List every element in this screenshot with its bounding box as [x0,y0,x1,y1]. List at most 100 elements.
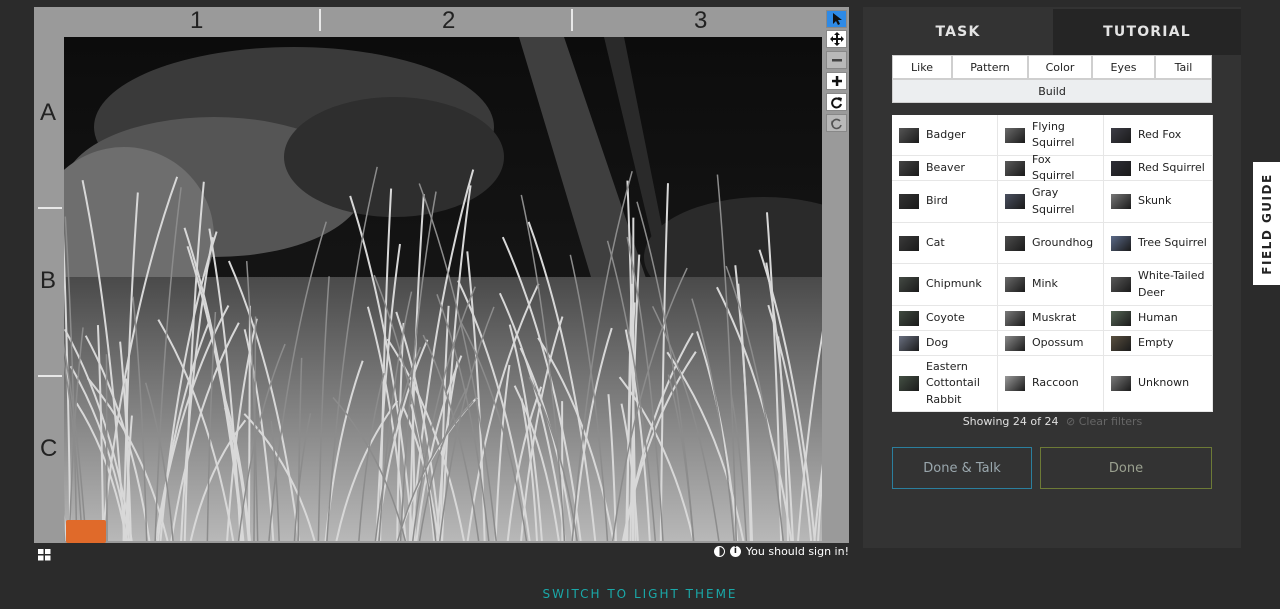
row-divider [38,207,62,209]
row-label: B [40,267,57,294]
choice-label: Beaver [926,160,965,174]
choice-thumbnail [1005,335,1025,351]
clear-filters-link[interactable]: ⊘ Clear filters [1066,415,1142,428]
choice-raccoon[interactable]: Raccoon [998,356,1104,412]
choice-label: Flying Squirrel [1032,119,1075,150]
choice-thumbnail [1005,127,1025,143]
field-guide-label: FIELD GUIDE [1259,172,1274,275]
showing-count: Showing 24 of 24 ⊘ Clear filters [892,415,1213,428]
choice-badger[interactable]: Badger [892,115,998,156]
choice-empty[interactable]: Empty [1104,331,1213,356]
choice-chipmunk[interactable]: Chipmunk [892,264,998,306]
choice-thumbnail [1111,127,1131,143]
row-label: A [40,99,57,126]
choice-label: Opossum [1032,335,1084,349]
choice-thumbnail [1005,160,1025,176]
move-button[interactable] [826,30,847,48]
choice-groundhog[interactable]: Groundhog [998,223,1104,264]
choice-thumbnail [1005,194,1025,209]
panel-tabs: TASK TUTORIAL [863,9,1241,55]
choice-thumbnail [1005,376,1025,391]
choice-label: Tree Squirrel [1138,235,1207,249]
choice-skunk[interactable]: Skunk [1104,181,1213,223]
choice-white-tailed-deer[interactable]: White-Tailed Deer [1104,264,1213,306]
zoom-out-button[interactable] [826,51,847,69]
reset-icon [831,118,842,129]
done-and-talk-button[interactable]: Done & Talk [892,447,1032,489]
choice-gray-squirrel[interactable]: Gray Squirrel [998,181,1104,223]
choice-label: Coyote [926,310,965,324]
choice-thumbnail [1111,335,1131,351]
reset-button[interactable] [826,114,847,132]
sign-in-text[interactable]: You should sign in! [746,545,849,558]
tab-tutorial[interactable]: TUTORIAL [1053,9,1241,55]
column-label: 2 [442,7,456,34]
choice-label: Muskrat [1032,310,1077,324]
choice-thumbnail [1111,235,1131,251]
night-vegetation-scene [64,37,822,541]
choice-opossum[interactable]: Opossum [998,331,1104,356]
column-divider [571,9,573,31]
filter-like[interactable]: Like [892,55,952,79]
field-guide-tab[interactable]: FIELD GUIDE [1253,162,1280,285]
grid-view-button[interactable] [38,546,51,565]
choice-mink[interactable]: Mink [998,264,1104,306]
move-icon [829,32,844,46]
choice-thumbnail [899,376,919,391]
filter-color[interactable]: Color [1028,55,1092,79]
row-labels: A B C [34,37,64,543]
zoom-in-button[interactable] [826,72,847,90]
subject-viewer: 1 2 3 A B C [34,7,849,543]
choice-dog[interactable]: Dog [892,331,998,356]
choice-thumbnail [899,235,919,251]
tab-task[interactable]: TASK [863,9,1053,55]
contrast-icon[interactable] [713,546,725,557]
choice-flying-squirrel[interactable]: Flying Squirrel [998,115,1104,156]
grid-icon [38,549,51,561]
choice-label: Human [1138,310,1178,324]
filter-pattern[interactable]: Pattern [952,55,1028,79]
switch-theme-link[interactable]: SWITCH TO LIGHT THEME [0,587,1280,601]
column-label: 1 [190,7,204,34]
choice-red-fox[interactable]: Red Fox [1104,115,1213,156]
task-panel: TASK TUTORIAL Like Pattern Color Eyes Ta… [863,7,1241,548]
choice-fox-squirrel[interactable]: Fox Squirrel [998,153,1104,182]
filter-tail[interactable]: Tail [1155,55,1212,79]
choice-red-squirrel[interactable]: Red Squirrel [1104,156,1213,181]
choice-label: Skunk [1138,194,1172,208]
choice-thumbnail [1005,277,1025,292]
choice-thumbnail [1111,376,1131,391]
choice-label: Raccoon [1032,376,1079,390]
viewer-toolbar [824,7,849,543]
showing-text: Showing 24 of 24 [962,415,1059,428]
choice-thumbnail [1111,277,1131,292]
done-button[interactable]: Done [1040,447,1212,489]
choice-cat[interactable]: Cat [892,223,998,264]
choice-label: Empty [1138,335,1174,349]
choice-unknown[interactable]: Unknown [1104,356,1213,412]
filter-build[interactable]: Build [892,79,1212,103]
choice-thumbnail [899,277,919,292]
choice-thumbnail [899,194,919,209]
trail-camera-image[interactable] [64,37,822,541]
choice-label: Chipmunk [926,277,982,291]
species-choices: Badger Flying Squirrel Red Fox Beaver Fox Sq… [892,115,1213,412]
choice-coyote[interactable]: Coyote [892,306,998,331]
rotate-button[interactable] [826,93,847,111]
choice-beaver[interactable]: Beaver [892,156,998,181]
grass-blade [105,354,108,541]
choice-thumbnail [899,127,919,143]
choice-thumbnail [1005,310,1025,326]
filter-bar: Like Pattern Color Eyes Tail Build [892,55,1212,103]
filter-eyes[interactable]: Eyes [1092,55,1155,79]
pointer-button[interactable] [826,10,847,28]
choice-bird[interactable]: Bird [892,181,998,223]
rotate-icon [831,96,842,108]
choice-tree-squirrel[interactable]: Tree Squirrel [1104,223,1213,264]
choice-eastern-cottontail-rabbit[interactable]: Eastern Cottontail Rabbit [892,356,998,412]
info-icon[interactable]: i [729,546,741,557]
choice-label: Cat [926,235,945,249]
choice-human[interactable]: Human [1104,306,1213,331]
choice-thumbnail [1111,194,1131,209]
choice-muskrat[interactable]: Muskrat [998,306,1104,331]
